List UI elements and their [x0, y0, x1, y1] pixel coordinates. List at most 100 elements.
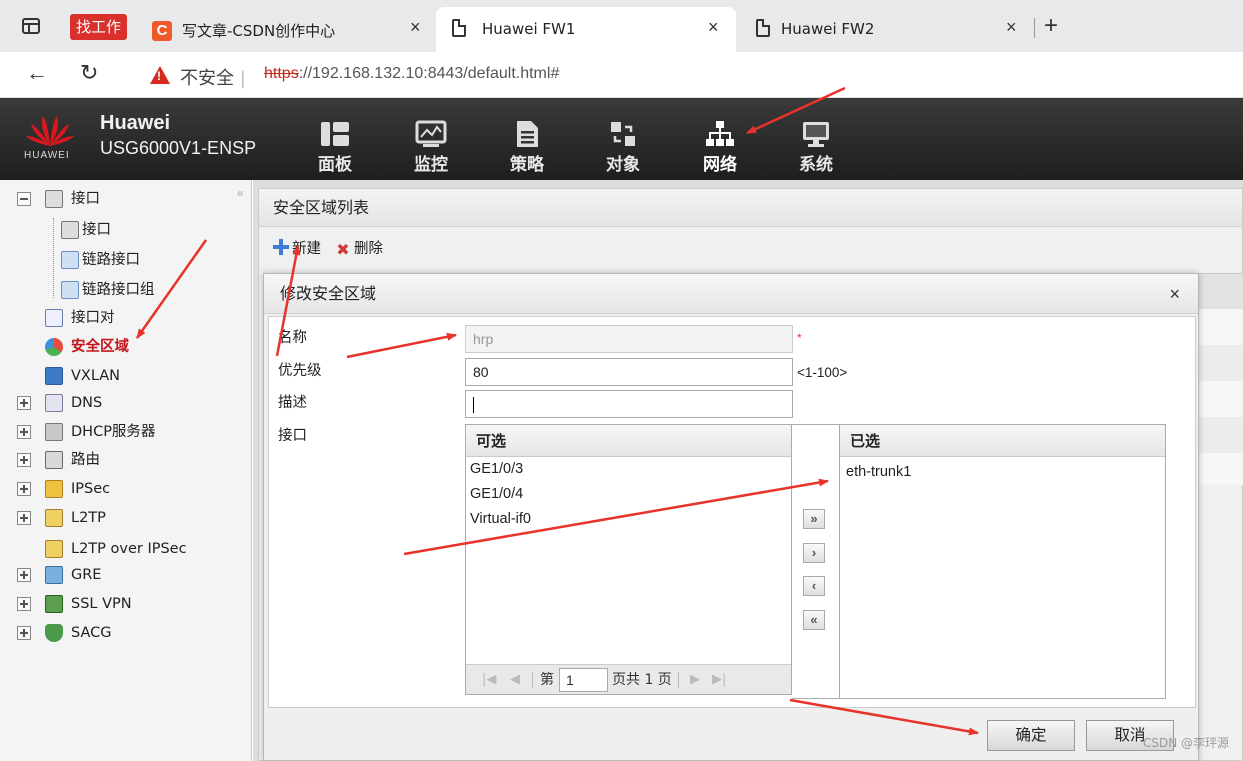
nav-monitor[interactable]: 监控 — [401, 120, 461, 175]
sidebar-item-vxlan[interactable]: VXLAN — [0, 363, 240, 389]
network-icon — [706, 121, 734, 146]
expand-icon[interactable] — [17, 511, 31, 525]
last-page-button[interactable]: ▶| — [712, 665, 726, 695]
page-number-input[interactable]: 1 — [559, 668, 608, 692]
list-item[interactable]: GE1/0/4 — [466, 482, 791, 507]
name-field[interactable]: hrp — [465, 325, 793, 353]
delete-icon: ✖ — [336, 240, 350, 259]
sidebar-item-security-zone[interactable]: 安全区域 — [0, 334, 240, 360]
tab-csdn[interactable]: C 写文章-CSDN创作中心 × — [140, 7, 433, 52]
sidebar-item-interface-sub[interactable]: 接口 — [0, 217, 240, 243]
sidebar-item-link-interface[interactable]: 链路接口 — [0, 247, 240, 273]
sidebar-item-dhcp-server[interactable]: DHCP服务器 — [0, 419, 240, 445]
sidebar-item-l2tp-over-ipsec[interactable]: L2TP over IPSec — [0, 536, 240, 562]
close-icon[interactable]: × — [1169, 274, 1180, 314]
interface-pair-icon — [45, 309, 63, 327]
priority-field[interactable]: 80 — [465, 358, 793, 386]
next-page-button[interactable]: ▶ — [690, 665, 700, 695]
move-all-left-button[interactable]: « — [803, 610, 825, 630]
expand-icon[interactable] — [17, 626, 31, 640]
move-left-button[interactable]: ‹ — [803, 576, 825, 596]
new-button[interactable]: 新建 — [273, 237, 321, 258]
object-icon — [611, 122, 635, 146]
policy-icon — [517, 121, 538, 147]
sidebar-item-interface[interactable]: 接口 — [0, 186, 240, 212]
interface-icon — [61, 221, 79, 239]
table-row — [1199, 345, 1243, 381]
selected-interfaces-list[interactable]: 已选 eth-trunk1 — [839, 424, 1166, 699]
back-button[interactable]: ← — [26, 60, 48, 86]
vxlan-icon — [45, 367, 63, 385]
sidebar-item-ssl-vpn[interactable]: SSL VPN — [0, 591, 240, 617]
expand-icon[interactable] — [17, 568, 31, 582]
sidebar-item-dns[interactable]: DNS — [0, 390, 240, 416]
list-item[interactable]: eth-trunk1 — [840, 460, 1165, 485]
address-bar: ← ↻ 不安全 | https://192.168.132.10:8443/de… — [0, 52, 1243, 98]
page-icon — [756, 19, 770, 37]
description-field[interactable] — [465, 390, 793, 418]
sidebar-item-ipsec[interactable]: IPSec — [0, 476, 240, 502]
collapse-icon[interactable] — [17, 192, 31, 206]
table-row — [1199, 381, 1243, 417]
nav-dashboard[interactable]: 面板 — [305, 120, 365, 175]
monitor-icon — [415, 120, 447, 147]
pager-divider — [532, 672, 533, 688]
l2tp-icon — [45, 509, 63, 527]
url-text[interactable]: https://192.168.132.10:8443/default.html… — [264, 65, 559, 83]
list-item[interactable]: GE1/0/3 — [466, 457, 791, 482]
ssl-vpn-icon — [45, 595, 63, 613]
first-page-button[interactable]: |◀ — [482, 665, 496, 695]
tab-title: 写文章-CSDN创作中心 — [182, 22, 336, 40]
expand-icon[interactable] — [17, 453, 31, 467]
page-title: 安全区域列表 — [259, 189, 1242, 227]
nav-system[interactable]: 系统 — [786, 120, 846, 175]
tab-title: Huawei FW1 — [482, 20, 576, 38]
dns-icon — [45, 394, 63, 412]
priority-range-hint: <1-100> — [797, 365, 848, 380]
list-item[interactable]: Virtual-if0 — [466, 507, 791, 532]
security-zone-icon — [45, 338, 63, 356]
close-icon[interactable]: × — [708, 17, 719, 38]
move-all-right-button[interactable]: » — [803, 509, 825, 529]
url-field[interactable]: 不安全 | https://192.168.132.10:8443/defaul… — [130, 56, 1243, 94]
security-status[interactable]: 不安全 | — [180, 64, 246, 90]
tab-title: Huawei FW2 — [781, 20, 875, 38]
sidebar-item-routing[interactable]: 路由 — [0, 447, 240, 473]
move-right-button[interactable]: › — [803, 543, 825, 563]
expand-icon[interactable] — [17, 425, 31, 439]
prev-page-button[interactable]: ◀ — [510, 665, 520, 695]
selected-list-header: 已选 — [840, 425, 1165, 457]
table-row — [1199, 273, 1243, 309]
sidebar-item-gre[interactable]: GRE — [0, 562, 240, 588]
close-icon[interactable]: × — [1006, 17, 1017, 38]
device-model: USG6000V1-ENSP — [100, 138, 257, 158]
new-tab-button[interactable]: + — [1044, 12, 1058, 40]
description-label: 描述 — [278, 395, 307, 411]
huawei-logo — [26, 116, 74, 146]
pager: |◀ ◀ 第 1 页共 1 页 ▶ ▶| — [466, 664, 791, 694]
ok-button[interactable]: 确定 — [987, 720, 1075, 751]
reload-button[interactable]: ↻ — [80, 60, 98, 86]
warning-icon[interactable] — [150, 66, 170, 84]
expand-icon[interactable] — [17, 396, 31, 410]
pinned-tab-label[interactable]: 找工作 — [70, 14, 128, 40]
nav-policy[interactable]: 策略 — [497, 120, 557, 175]
tab-huawei-fw1[interactable]: Huawei FW1 × — [436, 7, 736, 52]
dhcp-server-icon — [45, 423, 63, 441]
watermark: CSDN @李玶源 — [1142, 736, 1229, 750]
nav-object[interactable]: 对象 — [593, 120, 653, 175]
delete-button[interactable]: ✖ 删除 — [335, 237, 383, 258]
tab-huawei-fw2[interactable]: Huawei FW2 × — [740, 7, 1030, 52]
close-icon[interactable]: × — [410, 17, 421, 38]
sidebar-item-interface-pair[interactable]: 接口对 — [0, 305, 240, 331]
available-interfaces-list[interactable]: 可选 GE1/0/3 GE1/0/4 Virtual-if0 |◀ ◀ 第 1 … — [465, 424, 792, 695]
nav-network[interactable]: 网络 — [690, 120, 750, 175]
sidebar-item-sacg[interactable]: SACG — [0, 620, 240, 646]
sidebar-item-l2tp[interactable]: L2TP — [0, 505, 240, 531]
expand-icon[interactable] — [17, 597, 31, 611]
sidebar-item-link-interface-group[interactable]: 链路接口组 — [0, 277, 240, 303]
dialog-title: 修改安全区域 — [264, 274, 1198, 314]
page-prefix: 第 — [540, 672, 554, 688]
window-menu-icon[interactable] — [22, 18, 40, 34]
expand-icon[interactable] — [17, 482, 31, 496]
